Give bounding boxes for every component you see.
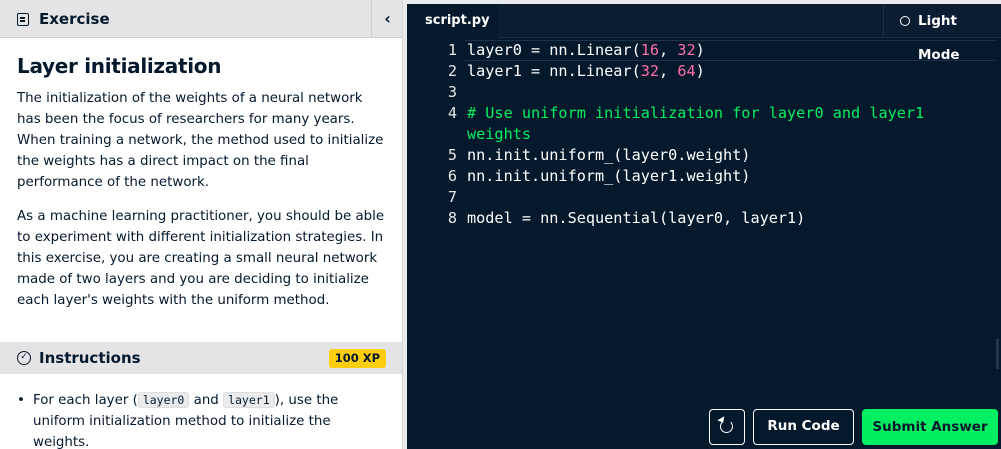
tab-script-py[interactable]: script.py [407, 4, 498, 38]
exercise-header: Exercise ‹ [0, 0, 402, 38]
code-number: 16 [640, 41, 660, 59]
check-circle-icon: ✓ [17, 351, 31, 365]
code-text: nn.init.uniform_(layer1.weight) [467, 166, 977, 187]
exercise-paragraph: The initialization of the weights of a n… [17, 91, 384, 190]
run-code-button[interactable]: Run Code [753, 409, 854, 445]
exercise-paragraph: As a machine learning practitioner, you … [17, 209, 385, 308]
code-line[interactable]: 7 [407, 187, 997, 208]
code-token: nn.init.uniform_(layer1.weight) [467, 167, 751, 185]
code-number: 32 [677, 41, 696, 59]
editor-tab-bar: script.py Light Mode [407, 4, 1001, 63]
instruction-text-part: and [189, 393, 224, 408]
code-line[interactable]: 3 [407, 82, 997, 103]
list-item: • For each layer (layer0 and layer1), us… [17, 390, 389, 449]
line-number: 5 [447, 146, 457, 164]
code-token: model = nn.Sequential(layer0, layer1) [467, 209, 806, 227]
instructions-header-title: Instructions [39, 349, 141, 367]
code-text: layer1 = nn.Linear(32, 64) [467, 61, 977, 82]
scrollbar[interactable] [996, 339, 999, 369]
code-number: 64 [677, 62, 696, 80]
exercise-header-title: Exercise [39, 10, 110, 28]
line-number: 3 [447, 83, 457, 101]
code-token: ) [695, 41, 705, 59]
code-text: layer0 = nn.Linear(16, 32) [467, 40, 977, 61]
instruction-text: For each layer (layer0 and layer1), use … [17, 390, 389, 449]
line-number: 2 [447, 62, 457, 80]
light-mode-toggle[interactable]: Light Mode [883, 4, 1001, 63]
code-token: layer0 = nn.Linear( [467, 41, 641, 59]
document-icon [17, 13, 29, 26]
submit-answer-button[interactable]: Submit Answer [862, 409, 998, 445]
code-line[interactable]: 2 layer1 = nn.Linear(32, 64) [407, 61, 997, 82]
line-number: 6 [447, 167, 457, 185]
instruction-text-part: For each layer ( [33, 393, 138, 408]
code-number: 32 [640, 62, 660, 80]
code-text: # Use uniform initialization for layer0 … [467, 103, 977, 145]
code-token: , [659, 62, 678, 80]
line-number: 8 [447, 209, 457, 227]
bullet: • [17, 393, 25, 408]
instructions-header: ✓ Instructions 100 XP [0, 342, 402, 374]
instructions-list: • For each layer (layer0 and layer1), us… [17, 390, 389, 449]
code-token: layer1 = nn.Linear( [467, 62, 641, 80]
code-area[interactable]: 1 layer0 = nn.Linear(16, 32) 2 layer1 = nn.… [407, 40, 997, 229]
xp-badge: 100 XP [328, 349, 386, 368]
code-token: nn.init.uniform_(layer0.weight) [467, 146, 751, 164]
line-number: 4 [447, 104, 457, 122]
code-line[interactable]: 5 nn.init.uniform_(layer0.weight) [407, 145, 997, 166]
inline-code: layer1 [223, 392, 275, 408]
code-line[interactable]: 8 model = nn.Sequential(layer0, layer1) [407, 208, 997, 229]
line-number: 7 [447, 188, 457, 206]
code-token: , [659, 41, 678, 59]
code-editor-panel: script.py Light Mode 1 layer0 = nn.Linear… [407, 4, 1001, 449]
line-number: 1 [447, 41, 457, 59]
code-line[interactable]: 1 layer0 = nn.Linear(16, 32) [407, 40, 997, 61]
code-text: nn.init.uniform_(layer0.weight) [467, 145, 977, 166]
code-line[interactable]: 4 # Use uniform initialization for layer0… [407, 103, 997, 145]
inline-code: layer0 [137, 392, 190, 408]
code-token: ) [695, 62, 705, 80]
exercise-title: Layer initialization [17, 54, 222, 78]
code-text: model = nn.Sequential(layer0, layer1) [467, 208, 977, 229]
collapse-panel-button[interactable]: ‹ [371, 0, 402, 38]
code-comment: # Use uniform initialization for layer0 … [467, 104, 934, 143]
editor-actions: Run Code Submit Answer [407, 409, 1001, 445]
reset-button[interactable] [709, 409, 745, 445]
sun-icon [900, 16, 910, 26]
exercise-panel: Exercise ‹ Layer initialization The init… [0, 0, 403, 449]
code-line[interactable]: 6 nn.init.uniform_(layer1.weight) [407, 166, 997, 187]
